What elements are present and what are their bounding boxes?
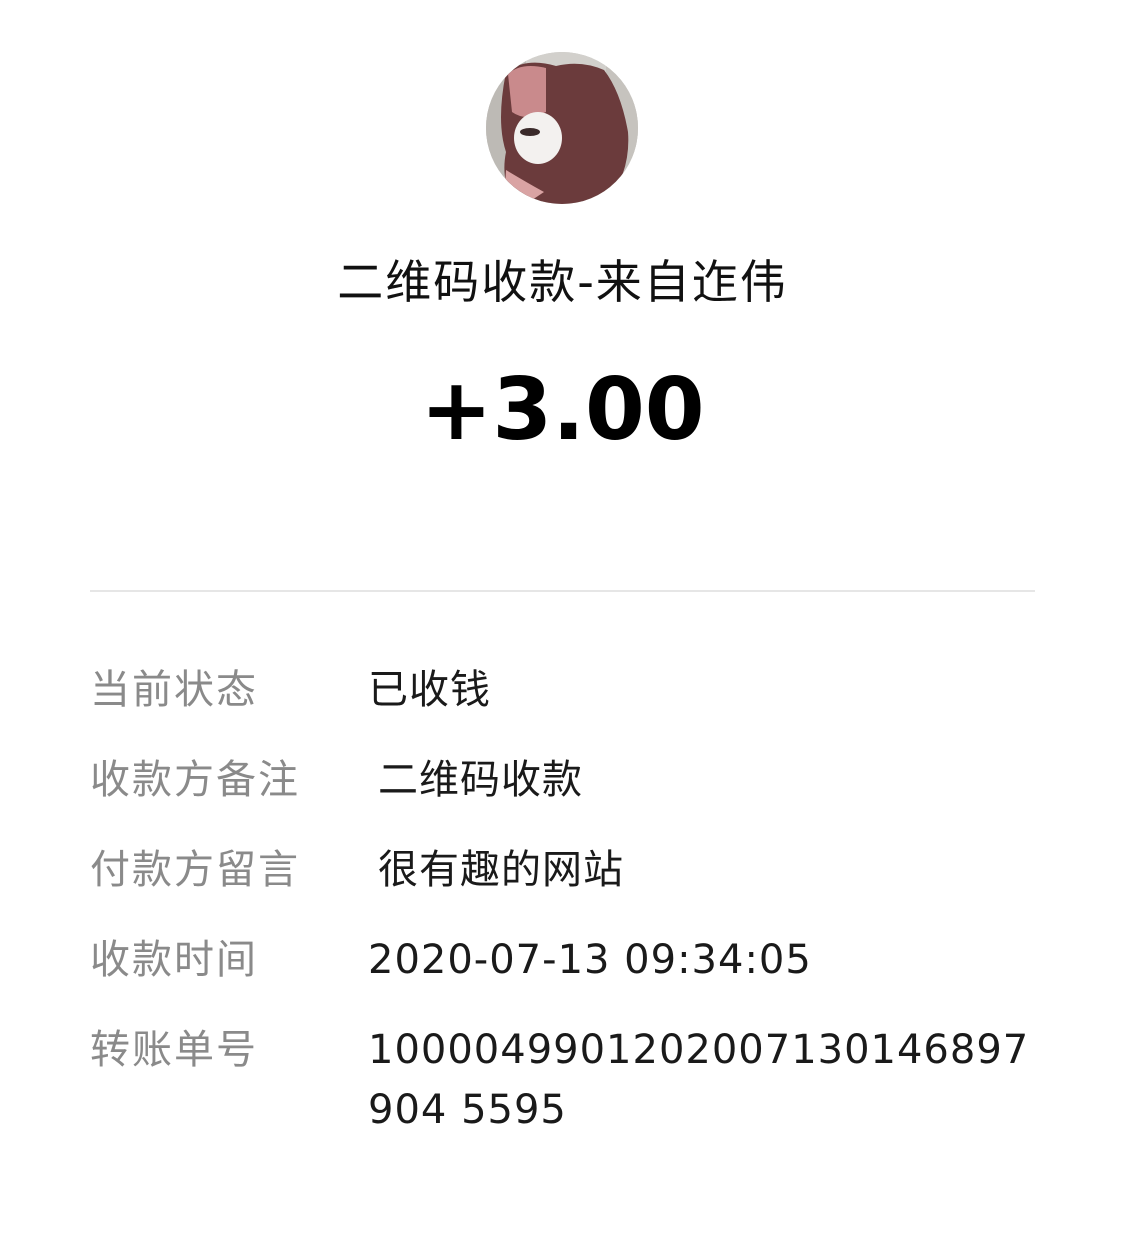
avatar-image [486, 52, 638, 204]
status-value: 已收钱 [368, 667, 491, 713]
payee-note-value: 二维码收款 [378, 757, 583, 803]
order-number[interactable]: 1000049901202007130146897904 5595 [368, 1020, 1035, 1140]
payer-message-value: 很有趣的网站 [378, 847, 624, 893]
transaction-title: 二维码收款-来自迮伟 [337, 255, 788, 309]
payer-message-label: 付款方留言 [90, 847, 300, 893]
time-value: 2020-07-13 09:34:05 [368, 937, 812, 983]
order-label: 转账单号 [90, 1027, 258, 1073]
time-label: 收款时间 [90, 937, 258, 983]
avatar [486, 52, 638, 204]
divider [90, 590, 1035, 592]
payee-note-label: 收款方备注 [90, 757, 300, 803]
status-label: 当前状态 [90, 667, 258, 713]
transaction-amount: +3.00 [420, 360, 705, 460]
